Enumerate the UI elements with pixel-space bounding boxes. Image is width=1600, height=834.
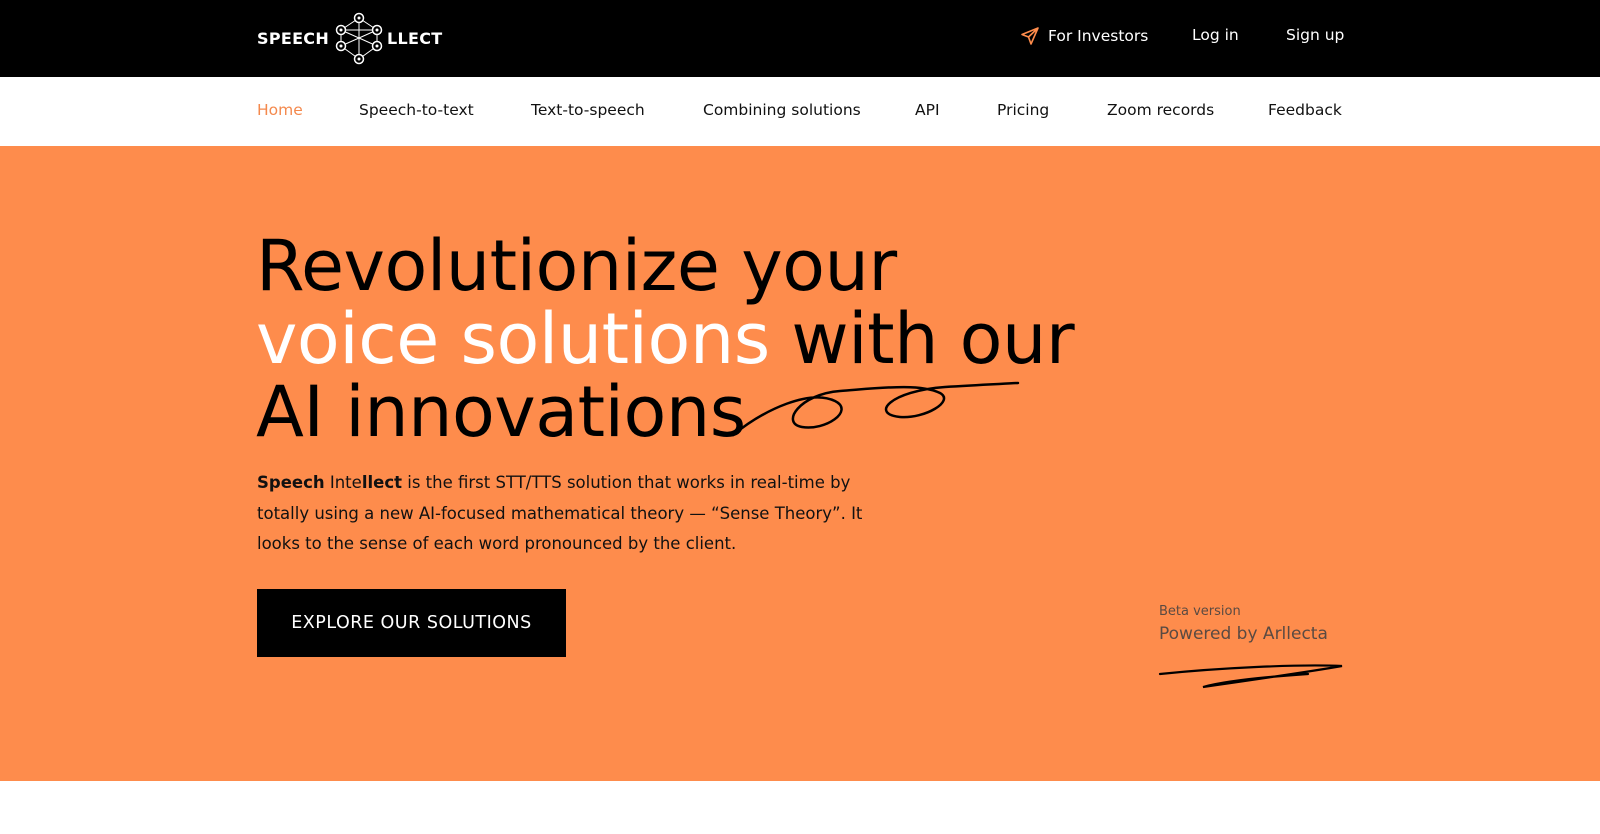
headline-highlight: voice solutions [256, 298, 770, 380]
logo-text-right: LLECT [387, 29, 443, 48]
logo[interactable]: SPEECH LLECT [257, 12, 443, 65]
nav-item-combining-solutions[interactable]: Combining solutions [703, 101, 861, 119]
logo-text-left: SPEECH [257, 29, 330, 48]
nav-item-zoom-records[interactable]: Zoom records [1107, 101, 1214, 119]
headline-line-2-rest: with our [769, 298, 1075, 380]
lead-brand-normal: Inte [324, 473, 362, 492]
explore-solutions-button[interactable]: EXPLORE OUR SOLUTIONS [257, 589, 566, 657]
decorative-swirl [731, 381, 1020, 437]
nav-item-home[interactable]: Home [257, 101, 303, 119]
hero-section: Revolutionize your voice solutions with … [0, 146, 1600, 781]
powered-by-link[interactable]: Powered by Arllecta [1159, 624, 1328, 644]
beta-version-label: Beta version [1159, 604, 1241, 619]
decorative-underline-swirl [1158, 664, 1343, 689]
lead-brand-bold-2: llect [361, 473, 402, 492]
headline-line-2: voice solutions with our [256, 303, 1075, 376]
nav-item-text-to-speech[interactable]: Text-to-speech [531, 101, 645, 119]
top-bar: SPEECH LLECT For Investors Log in Sign u… [0, 0, 1600, 77]
lead-brand-bold-1: Speech [257, 473, 325, 492]
paper-plane-icon [1021, 27, 1039, 45]
nav-item-api[interactable]: API [915, 101, 940, 119]
for-investors-link[interactable]: For Investors [1020, 26, 1148, 46]
logo-network-icon [335, 12, 383, 65]
headline-line-1: Revolutionize your [256, 225, 897, 307]
nav-item-pricing[interactable]: Pricing [997, 101, 1049, 119]
login-link[interactable]: Log in [1192, 26, 1239, 44]
nav-item-feedback[interactable]: Feedback [1268, 101, 1342, 119]
hero-description: Speech Intellect is the first STT/TTS so… [257, 468, 897, 560]
main-nav: Home Speech-to-text Text-to-speech Combi… [0, 77, 1600, 146]
for-investors-label: For Investors [1048, 27, 1149, 45]
signup-link[interactable]: Sign up [1286, 26, 1344, 44]
nav-item-speech-to-text[interactable]: Speech-to-text [359, 101, 474, 119]
